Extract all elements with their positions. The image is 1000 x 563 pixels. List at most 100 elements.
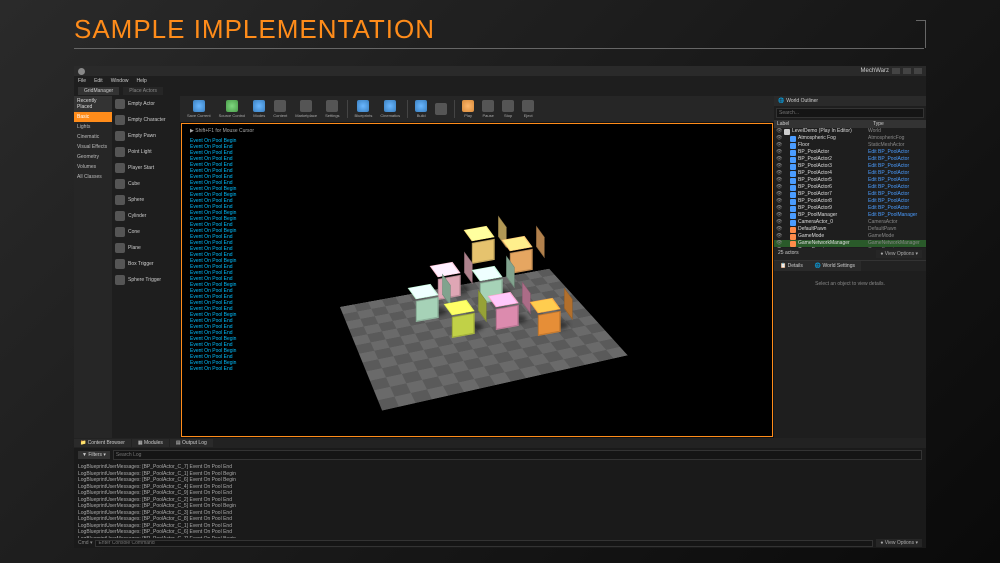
tool-btn[interactable] [432,102,450,117]
details-tab[interactable]: 📋 Details [774,261,809,271]
outliner-row[interactable]: 👁BP_PoolActor2Edit BP_PoolActor [774,156,926,163]
outliner-row[interactable]: 👁BP_PoolActor9Edit BP_PoolActor [774,205,926,212]
actor-cone[interactable]: Cone [112,224,180,240]
maximize-button[interactable] [903,68,911,74]
category-geometry[interactable]: Geometry [74,152,112,162]
eye-icon[interactable]: 👁 [776,149,782,156]
actor-sphere-trigger[interactable]: Sphere Trigger [112,272,180,288]
header-label[interactable]: Label [774,120,870,128]
minimize-button[interactable] [892,68,900,74]
category-basic[interactable]: Basic [74,112,112,122]
outliner-row[interactable]: 👁CameraActor_0CameraActor [774,219,926,226]
header-type[interactable]: Type [870,120,926,128]
outliner-row[interactable]: 👁GameNetworkManagerGameNetworkManager [774,240,926,247]
outliner-row[interactable]: 👁GameModeGameMode [774,233,926,240]
menu-help[interactable]: Help [136,78,146,84]
world-settings-tab[interactable]: 🌐 World Settings [809,261,861,271]
outliner-row[interactable]: 👁Atmospheric FogAtmosphericFog [774,135,926,142]
actor-empty-character[interactable]: Empty Character [112,112,180,128]
actor-cylinder[interactable]: Cylinder [112,208,180,224]
actor-type-icon [790,248,796,249]
eye-icon[interactable]: 👁 [776,198,782,205]
tool-marketplace[interactable]: Marketplace [292,99,320,119]
actor-point-light[interactable]: Point Light [112,144,180,160]
filters-button[interactable]: ▼ Filters ▾ [78,451,110,459]
outliner-view-options[interactable]: ● View Options ▾ [876,250,922,258]
eye-icon[interactable]: 👁 [776,240,782,247]
tool-save-current[interactable]: Save Current [184,99,214,119]
outliner-row[interactable]: 👁FloorStaticMeshActor [774,142,926,149]
log-search-input[interactable] [113,450,922,460]
eye-icon[interactable]: 👁 [776,233,782,240]
actor-sphere[interactable]: Sphere [112,192,180,208]
outliner-row[interactable]: 👁DefaultPawnDefaultPawn [774,226,926,233]
unreal-editor: MechWarz FileEditWindowHelp GridManager … [74,66,926,548]
actor-cube[interactable]: Cube [112,176,180,192]
modules-tab[interactable]: ▦ Modules [132,439,169,447]
eye-icon[interactable]: 👁 [776,142,782,149]
tool-cinematics[interactable]: Cinematics [377,99,403,119]
eye-icon[interactable]: 👁 [776,128,782,135]
tool-content[interactable]: Content [270,99,290,119]
outliner-row[interactable]: 👁BP_PoolActor6Edit BP_PoolActor [774,184,926,191]
eye-icon[interactable]: 👁 [776,184,782,191]
eye-icon[interactable]: 👁 [776,163,782,170]
category-volumes[interactable]: Volumes [74,162,112,172]
close-button[interactable] [914,68,922,74]
tool-build[interactable]: Build [412,99,430,119]
eye-icon[interactable]: 👁 [776,219,782,226]
tool-icon [435,103,447,115]
output-log-content[interactable]: LogBlueprintUserMessages: [BP_PoolActor_… [74,462,926,538]
actor-box-trigger[interactable]: Box Trigger [112,256,180,272]
eye-icon[interactable]: 👁 [776,212,782,219]
tool-stop[interactable]: Stop [499,99,517,119]
content-browser-tab[interactable]: 📁 Content Browser [74,439,131,447]
tab-gridmanager[interactable]: GridManager [78,87,119,95]
category-visual-effects[interactable]: Visual Effects [74,142,112,152]
eye-icon[interactable]: 👁 [776,135,782,142]
actor-type-icon [790,136,796,142]
eye-icon[interactable]: 👁 [776,247,782,248]
output-log-tab[interactable]: ▤ Output Log [170,439,213,447]
menu-window[interactable]: Window [111,78,129,84]
actor-empty-pawn[interactable]: Empty Pawn [112,128,180,144]
outliner-tab[interactable]: 🌐 World Outliner [774,96,926,106]
eye-icon[interactable]: 👁 [776,191,782,198]
outliner-row[interactable]: 👁BP_PoolActorEdit BP_PoolActor [774,149,926,156]
tool-settings[interactable]: Settings [322,99,342,119]
actor-empty-actor[interactable]: Empty Actor [112,96,180,112]
eye-icon[interactable]: 👁 [776,205,782,212]
tool-play[interactable]: Play [459,99,477,119]
menu-edit[interactable]: Edit [94,78,103,84]
outliner-row[interactable]: 👁BP_PoolActor3Edit BP_PoolActor [774,163,926,170]
actor-plane[interactable]: Plane [112,240,180,256]
outliner-row[interactable]: 👁LevelDemo (Play In Editor)World [774,128,926,135]
outliner-row[interactable]: 👁BP_PoolActor8Edit BP_PoolActor [774,198,926,205]
eye-icon[interactable]: 👁 [776,156,782,163]
eye-icon[interactable]: 👁 [776,226,782,233]
outliner-search-input[interactable] [776,108,924,118]
category-all-classes[interactable]: All Classes [74,172,112,182]
tool-blueprints[interactable]: Blueprints [352,99,376,119]
menu-file[interactable]: File [78,78,86,84]
tool-modes[interactable]: Modes [250,99,268,119]
actor-player-start[interactable]: Player Start [112,160,180,176]
category-cinematic[interactable]: Cinematic [74,132,112,142]
outliner-row[interactable]: 👁BP_PoolActor4Edit BP_PoolActor [774,170,926,177]
log-view-options[interactable]: ● View Options ▾ [876,539,922,547]
tool-eject[interactable]: Eject [519,99,537,119]
eye-icon[interactable]: 👁 [776,177,782,184]
outliner-row[interactable]: 👁BP_PoolActor5Edit BP_PoolActor [774,177,926,184]
outliner-row[interactable]: 👁BP_PoolManagerEdit BP_PoolManager [774,212,926,219]
menubar: File Edit Window Help [74,76,926,86]
tool-pause[interactable]: Pause [479,99,497,119]
outliner-row[interactable]: 👁BP_PoolActor7Edit BP_PoolActor [774,191,926,198]
category-lights[interactable]: Lights [74,122,112,132]
console-command-input[interactable] [95,540,873,547]
viewport[interactable]: ▶ Shift+F1 for Mouse Cursor Event On Poo… [181,123,773,437]
tab-place-actors[interactable]: Place Actors [123,87,163,95]
tool-source-control[interactable]: Source Control [216,99,249,119]
eye-icon[interactable]: 👁 [776,170,782,177]
category-list: Recently Placed BasicLightsCinematicVisu… [74,96,112,438]
actor-type-icon [790,171,796,177]
